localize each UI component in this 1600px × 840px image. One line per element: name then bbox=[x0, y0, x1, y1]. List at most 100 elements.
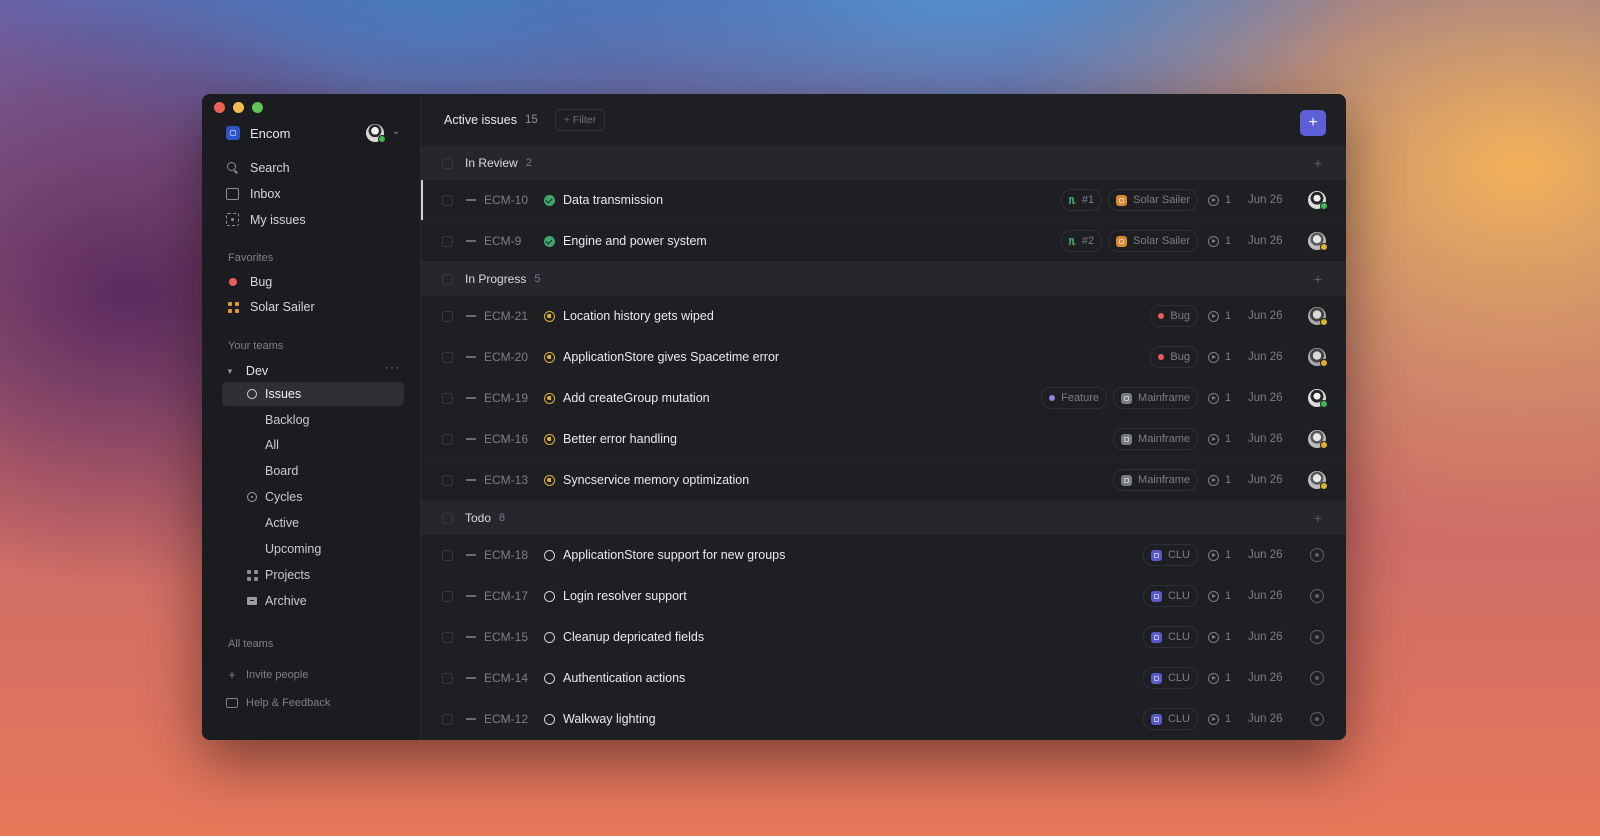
minimize-window-button[interactable] bbox=[233, 102, 244, 113]
group-checkbox[interactable] bbox=[442, 157, 453, 169]
no-priority-icon[interactable] bbox=[466, 718, 476, 720]
todo-status-icon[interactable] bbox=[544, 631, 555, 643]
estimate[interactable]: 1 bbox=[1208, 310, 1238, 322]
sidebar-item-upcoming[interactable]: Upcoming bbox=[222, 537, 404, 561]
collapse-triangle-icon[interactable]: ▼ bbox=[226, 367, 234, 376]
issue-row[interactable]: ECM-17 Login resolver support CLU 1 Jun 26 bbox=[421, 576, 1346, 617]
no-priority-icon[interactable] bbox=[466, 397, 476, 399]
estimate[interactable]: 1 bbox=[1208, 631, 1238, 643]
project-badge[interactable]: CLU bbox=[1142, 585, 1198, 607]
filter-button[interactable]: + Filter bbox=[554, 109, 606, 131]
no-priority-icon[interactable] bbox=[466, 356, 476, 358]
assignee-avatar[interactable] bbox=[1308, 471, 1328, 490]
favorite-bug[interactable]: Bug bbox=[226, 272, 272, 292]
issue-row[interactable]: ECM-9 Engine and power system ᥰ #2 Solar Sai… bbox=[421, 221, 1346, 262]
no-priority-icon[interactable] bbox=[466, 554, 476, 556]
no-priority-icon[interactable] bbox=[466, 240, 476, 242]
label-badge[interactable]: Bug bbox=[1150, 305, 1198, 327]
no-priority-icon[interactable] bbox=[466, 479, 476, 481]
issue-row[interactable]: ECM-20 ApplicationStore gives Spacetime e… bbox=[421, 337, 1346, 378]
estimate[interactable]: 1 bbox=[1208, 590, 1238, 602]
issue-checkbox[interactable] bbox=[442, 392, 453, 404]
unassigned-avatar-icon[interactable] bbox=[1310, 548, 1324, 562]
group-checkbox[interactable] bbox=[442, 512, 453, 524]
progress-status-icon[interactable] bbox=[544, 433, 555, 445]
project-badge[interactable]: Mainframe bbox=[1113, 469, 1198, 491]
unassigned-avatar-icon[interactable] bbox=[1310, 671, 1324, 685]
no-priority-icon[interactable] bbox=[466, 199, 476, 201]
progress-status-icon[interactable] bbox=[544, 310, 555, 322]
issue-row[interactable]: ECM-18 ApplicationStore support for new g… bbox=[421, 535, 1346, 576]
nav-search[interactable]: Search bbox=[226, 158, 290, 178]
todo-status-icon[interactable] bbox=[544, 713, 555, 725]
pull-request-badge[interactable]: ᥰ #1 bbox=[1060, 189, 1103, 211]
close-window-button[interactable] bbox=[214, 102, 225, 113]
workspace-switcher[interactable]: Encom ⌄ bbox=[226, 122, 404, 144]
more-options-icon[interactable]: ··· bbox=[385, 360, 400, 374]
issue-row[interactable]: ECM-21 Location history gets wiped Bug 1 Jun… bbox=[421, 296, 1346, 337]
todo-status-icon[interactable] bbox=[544, 672, 555, 684]
todo-status-icon[interactable] bbox=[544, 590, 555, 602]
zoom-window-button[interactable] bbox=[252, 102, 263, 113]
assignee-avatar[interactable] bbox=[1308, 348, 1328, 367]
issue-checkbox[interactable] bbox=[442, 474, 453, 486]
project-badge[interactable]: CLU bbox=[1142, 667, 1198, 689]
new-issue-button[interactable]: + bbox=[1300, 110, 1326, 136]
no-priority-icon[interactable] bbox=[466, 677, 476, 679]
unassigned-avatar-icon[interactable] bbox=[1310, 589, 1324, 603]
project-badge[interactable]: CLU bbox=[1142, 626, 1198, 648]
issue-checkbox[interactable] bbox=[442, 672, 453, 684]
project-badge[interactable]: Mainframe bbox=[1113, 428, 1198, 450]
unassigned-avatar-icon[interactable] bbox=[1310, 630, 1324, 644]
invite-people-button[interactable]: + Invite people bbox=[226, 666, 308, 684]
assignee-avatar[interactable] bbox=[1308, 430, 1328, 449]
chevron-down-icon[interactable]: ⌄ bbox=[392, 126, 400, 137]
issue-checkbox[interactable] bbox=[442, 310, 453, 322]
project-badge[interactable]: Mainframe bbox=[1113, 387, 1198, 409]
progress-status-icon[interactable] bbox=[544, 351, 555, 363]
issue-row[interactable]: ECM-12 Walkway lighting CLU 1 Jun 26 bbox=[421, 699, 1346, 740]
issue-row[interactable]: ECM-15 Cleanup depricated fields CLU 1 Jun 2… bbox=[421, 617, 1346, 658]
project-badge[interactable]: CLU bbox=[1142, 708, 1198, 730]
sidebar-item-all[interactable]: All bbox=[222, 433, 404, 457]
unassigned-avatar-icon[interactable] bbox=[1310, 712, 1324, 726]
estimate[interactable]: 1 bbox=[1208, 194, 1238, 206]
project-badge[interactable]: Solar Sailer bbox=[1108, 189, 1198, 211]
todo-status-icon[interactable] bbox=[544, 549, 555, 561]
assignee-avatar[interactable] bbox=[1308, 191, 1328, 210]
estimate[interactable]: 1 bbox=[1208, 433, 1238, 445]
no-priority-icon[interactable] bbox=[466, 315, 476, 317]
sidebar-item-archive[interactable]: Archive bbox=[222, 589, 404, 613]
estimate[interactable]: 1 bbox=[1208, 392, 1238, 404]
help-feedback-button[interactable]: Help & Feedback bbox=[226, 694, 330, 712]
sidebar-item-cycles[interactable]: Cycles bbox=[222, 485, 404, 509]
review-status-icon[interactable] bbox=[544, 235, 555, 247]
project-badge[interactable]: CLU bbox=[1142, 544, 1198, 566]
sidebar-item-active[interactable]: Active bbox=[222, 511, 404, 535]
progress-status-icon[interactable] bbox=[544, 392, 555, 404]
estimate[interactable]: 1 bbox=[1208, 474, 1238, 486]
sidebar-item-backlog[interactable]: Backlog bbox=[222, 408, 404, 432]
group-header-review[interactable]: In Review 2 + bbox=[421, 146, 1346, 180]
issue-checkbox[interactable] bbox=[442, 351, 453, 363]
user-avatar[interactable] bbox=[366, 124, 386, 143]
add-issue-icon[interactable]: + bbox=[1314, 271, 1322, 287]
add-issue-icon[interactable]: + bbox=[1314, 510, 1322, 526]
issue-row[interactable]: ECM-10 Data transmission ᥰ #1 Solar Sailer 1 J… bbox=[421, 180, 1346, 221]
issue-checkbox[interactable] bbox=[442, 235, 453, 247]
issue-checkbox[interactable] bbox=[442, 549, 453, 561]
sidebar-item-issues[interactable]: Issues bbox=[222, 382, 404, 406]
issue-checkbox[interactable] bbox=[442, 194, 453, 206]
issue-row[interactable]: ECM-13 Syncservice memory optimization Mai… bbox=[421, 460, 1346, 501]
estimate[interactable]: 1 bbox=[1208, 235, 1238, 247]
progress-status-icon[interactable] bbox=[544, 474, 555, 486]
team-dev[interactable]: ▼ Dev ··· bbox=[226, 360, 404, 380]
issue-checkbox[interactable] bbox=[442, 433, 453, 445]
group-header-todo[interactable]: Todo 8 + bbox=[421, 501, 1346, 535]
pull-request-badge[interactable]: ᥰ #2 bbox=[1060, 230, 1103, 252]
add-issue-icon[interactable]: + bbox=[1314, 155, 1322, 171]
label-badge[interactable]: Feature bbox=[1041, 387, 1108, 409]
estimate[interactable]: 1 bbox=[1208, 549, 1238, 561]
estimate[interactable]: 1 bbox=[1208, 351, 1238, 363]
estimate[interactable]: 1 bbox=[1208, 672, 1238, 684]
